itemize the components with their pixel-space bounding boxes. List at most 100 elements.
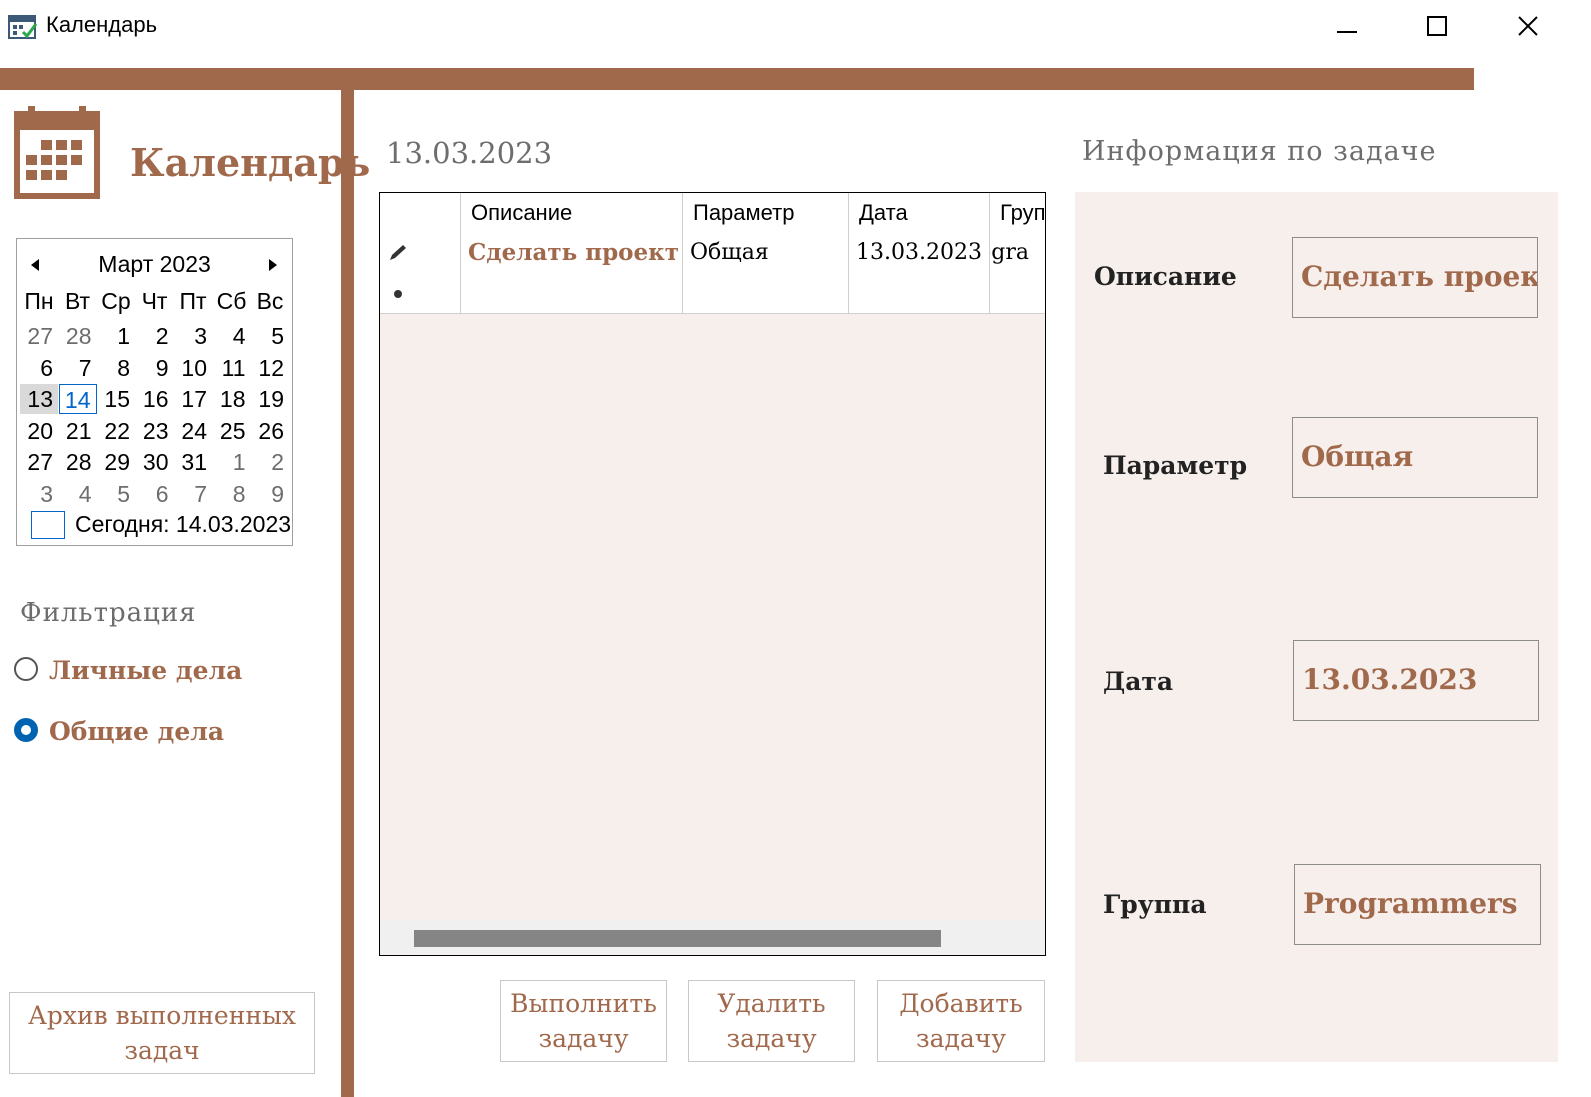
info-label-parameter: Параметр	[1103, 451, 1248, 480]
archive-button[interactable]: Архив выполненных задач	[9, 992, 315, 1074]
calendar-day[interactable]: 7	[174, 479, 212, 509]
radio-common-label[interactable]: Общие дела	[49, 717, 224, 746]
calendar-day[interactable]: 29	[97, 447, 135, 477]
new-cell-date[interactable]	[849, 273, 990, 313]
calendar-day[interactable]: 5	[251, 321, 289, 351]
cell-date[interactable]: 13.03.2023	[849, 233, 990, 273]
calendar-day[interactable]: 26	[251, 416, 289, 446]
weekday-label: Вс	[256, 288, 284, 314]
calendar-day[interactable]: 12	[251, 353, 289, 383]
calendar-day[interactable]: 1	[97, 321, 135, 351]
cell-description[interactable]: Сделать проект	[461, 233, 683, 273]
window-title: Календарь	[46, 12, 158, 37]
calendar-day[interactable]: 14	[58, 384, 97, 415]
calendar-day[interactable]: 18	[213, 384, 251, 414]
new-row[interactable]	[380, 273, 1045, 314]
calendar-day[interactable]: 3	[174, 321, 212, 351]
calendar-day[interactable]: 15	[97, 384, 135, 414]
calendar-day[interactable]: 27	[20, 321, 58, 351]
maximize-button[interactable]	[1407, 8, 1467, 44]
calendar-day[interactable]: 6	[20, 353, 58, 383]
sidebar-divider	[341, 90, 354, 1097]
add-task-label: Добавить задачу	[899, 989, 1023, 1053]
calendar-day[interactable]: 16	[136, 384, 174, 414]
radio-personal[interactable]	[14, 657, 38, 681]
calendar-day[interactable]: 19	[251, 384, 289, 414]
calendar-day[interactable]: 21	[59, 416, 97, 446]
scrollbar-thumb[interactable]	[414, 930, 941, 947]
calendar-day[interactable]: 9	[136, 353, 174, 383]
column-header-group[interactable]: Груп	[990, 193, 1045, 233]
next-month-button[interactable]	[263, 255, 283, 275]
calendar-day[interactable]: 20	[20, 416, 58, 446]
calendar-day[interactable]: 28	[59, 321, 97, 351]
add-task-button[interactable]: Добавить задачу	[877, 980, 1045, 1062]
calendar-day[interactable]: 7	[59, 353, 97, 383]
new-cell-parameter[interactable]	[683, 273, 849, 313]
calendar-day[interactable]: 27	[20, 447, 58, 477]
cell-group[interactable]: ogra	[990, 233, 1045, 273]
calendar-day[interactable]: 11	[213, 353, 251, 383]
complete-task-button[interactable]: Выполнить задачу	[500, 980, 667, 1062]
info-field-parameter[interactable]: Общая	[1292, 417, 1538, 498]
calendar-day[interactable]: 2	[136, 321, 174, 351]
delete-task-label: Удалить задачу	[717, 989, 826, 1053]
info-field-group[interactable]: Programmers	[1294, 864, 1541, 945]
calendar-day[interactable]: 23	[136, 416, 174, 446]
weekday-label: Пт	[179, 288, 207, 314]
task-info-title: Информация по задаче	[1082, 136, 1437, 167]
calendar-day[interactable]: 24	[174, 416, 212, 446]
row-header-corner	[380, 193, 461, 233]
weekday-label: Вт	[64, 288, 91, 314]
radio-common[interactable]	[14, 718, 38, 742]
selected-date-heading: 13.03.2023	[386, 136, 553, 170]
pencil-icon	[390, 245, 406, 260]
radio-personal-label[interactable]: Личные дела	[49, 656, 242, 685]
info-field-date[interactable]: 13.03.2023	[1293, 640, 1539, 721]
tasks-grid[interactable]: Описание Параметр Дата Груп Сделать прое…	[379, 192, 1046, 956]
row-header[interactable]	[380, 233, 461, 273]
calendar-day[interactable]: 10	[174, 353, 212, 383]
calendar-day[interactable]: 8	[97, 353, 135, 383]
calendar-day[interactable]: 28	[59, 447, 97, 477]
column-header-parameter[interactable]: Параметр	[683, 193, 849, 233]
calendar-day[interactable]: 4	[59, 479, 97, 509]
filter-title: Фильтрация	[20, 598, 197, 628]
triangle-right-icon	[269, 259, 277, 271]
calendar-day[interactable]: 2	[251, 447, 289, 477]
weekday-label: Сб	[216, 288, 247, 314]
calendar-day[interactable]: 1	[213, 447, 251, 477]
calendar-day[interactable]: 31	[174, 447, 212, 477]
weekday-label: Чт	[141, 288, 168, 314]
calendar-header: Март 2023	[17, 249, 292, 279]
today-marker	[31, 511, 65, 539]
calendar-day[interactable]: 25	[213, 416, 251, 446]
grid-header-row: Описание Параметр Дата Груп	[380, 193, 1045, 234]
calendar-day[interactable]: 22	[97, 416, 135, 446]
close-button[interactable]	[1498, 8, 1558, 44]
new-cell-description[interactable]	[461, 273, 683, 313]
table-row[interactable]: Сделать проект Общая 13.03.2023 ogra	[380, 233, 1045, 274]
calendar-day[interactable]: 9	[251, 479, 289, 509]
delete-task-button[interactable]: Удалить задачу	[688, 980, 855, 1062]
calendar-day[interactable]: 17	[174, 384, 212, 414]
column-header-date[interactable]: Дата	[849, 193, 990, 233]
new-cell-group[interactable]	[990, 273, 1045, 313]
row-header[interactable]	[380, 273, 461, 313]
calendar-day[interactable]: 13	[20, 384, 58, 415]
complete-task-label: Выполнить задачу	[510, 989, 657, 1053]
info-field-description[interactable]: Сделать проект	[1292, 237, 1538, 318]
calendar-day[interactable]: 8	[213, 479, 251, 509]
cell-parameter[interactable]: Общая	[683, 233, 849, 273]
calendar-day[interactable]: 3	[20, 479, 58, 509]
calendar-day[interactable]: 5	[97, 479, 135, 509]
calendar-day[interactable]: 6	[136, 479, 174, 509]
minimize-button[interactable]	[1317, 8, 1377, 44]
column-header-description[interactable]: Описание	[461, 193, 683, 233]
maximize-icon	[1427, 16, 1447, 36]
today-link[interactable]: Сегодня: 14.03.2023	[75, 511, 291, 538]
calendar-day[interactable]: 4	[213, 321, 251, 351]
horizontal-scrollbar[interactable]	[380, 920, 1045, 954]
calendar-day[interactable]: 30	[136, 447, 174, 477]
month-calendar[interactable]: Март 2023 Пн Вт Ср Чт Пт Сб Вс 27 28 1 2 3 4 5 6 7 8 9 10 1…	[16, 238, 293, 546]
